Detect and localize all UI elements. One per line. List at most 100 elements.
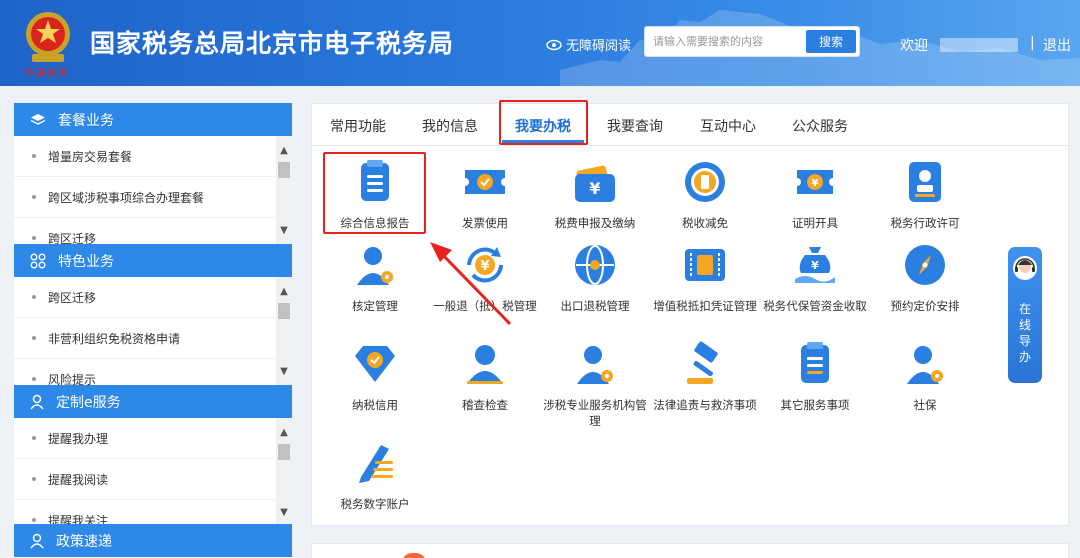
invoice-icon — [465, 170, 505, 194]
compass-icon — [905, 245, 945, 285]
sidebar-item-label: 跨区域涉税事项综合办理套餐 — [48, 190, 205, 205]
sidebar-section-title: 政策速递 — [56, 533, 112, 550]
welcome-text: 欢迎 — [900, 38, 928, 54]
sidebar-item[interactable]: 跨区域涉税事项综合办理套餐 — [14, 177, 276, 218]
tab-interaction-center[interactable]: 互动中心 — [700, 116, 756, 136]
accessibility-reading-link[interactable]: 无障碍阅读 — [546, 35, 631, 54]
sidebar-item[interactable]: 非营利组织免税资格申请 — [14, 318, 276, 359]
chevron-up-icon[interactable]: ▲ — [276, 283, 292, 299]
sidebar-list: 跨区迁移 非营利组织免税资格申请 风险提示 ▲ ▼ — [14, 277, 292, 385]
sidebar-item-label: 增量房交易套餐 — [48, 149, 133, 164]
certificate-icon: ¥ — [797, 170, 833, 194]
guide-char: 导 — [1018, 334, 1031, 348]
service-item-vat-deduction[interactable]: 增值税抵扣凭证管理 — [650, 241, 760, 314]
service-item-label: 纳税信用 — [352, 398, 398, 412]
tax-bureau-emblem-icon — [26, 12, 70, 62]
emblem-motto: 中国税务 — [24, 68, 68, 79]
sidebar-section-header[interactable]: 特色业务 — [14, 244, 292, 277]
service-item-export-refund[interactable]: 出口退税管理 — [540, 241, 650, 314]
search-input[interactable] — [645, 27, 806, 56]
service-item-invoice[interactable]: 发票使用 — [430, 158, 540, 231]
chevron-up-icon[interactable]: ▲ — [276, 424, 292, 440]
service-item-label: 发票使用 — [462, 216, 508, 230]
logout-link[interactable]: 退出 — [1043, 35, 1071, 55]
sidebar-item-label: 风险提示 — [48, 372, 97, 386]
scrollbar-thumb[interactable] — [278, 162, 290, 178]
chevron-down-icon[interactable]: ▼ — [276, 222, 292, 238]
sidebar-item[interactable]: 增量房交易套餐 — [14, 136, 276, 177]
grid-icon — [30, 253, 46, 268]
service-item-tax-relief[interactable]: 税收减免 — [650, 158, 760, 231]
sidebar-item[interactable]: 提醒我阅读 — [14, 459, 276, 500]
sidebar-item-label: 跨区迁移 — [48, 290, 97, 305]
sidebar-item[interactable]: 提醒我关注 — [14, 500, 276, 526]
globe-icon — [575, 245, 615, 285]
diamond-check-icon — [355, 346, 395, 382]
service-item-certificate[interactable]: ¥ 证明开具 — [760, 158, 870, 231]
sidebar-scrollbar[interactable]: ▲ ▼ — [276, 418, 292, 526]
service-item-admin-license[interactable]: 税务行政许可 — [870, 158, 980, 231]
service-item-label: 稽查检查 — [462, 398, 508, 412]
service-item-other-services[interactable]: 其它服务事项 — [760, 340, 870, 413]
chevron-down-icon[interactable]: ▼ — [276, 504, 292, 520]
user-icon — [30, 394, 44, 409]
service-item-social-security[interactable]: 社保 — [870, 340, 980, 413]
service-item-assessment[interactable]: 核定管理 — [320, 241, 430, 314]
search-button[interactable]: 搜索 — [806, 30, 856, 53]
sidebar-item-label: 非营利组织免税资格申请 — [48, 331, 181, 346]
user-icon — [467, 345, 503, 384]
ticket-icon — [685, 249, 725, 281]
service-item-pricing-arrangement[interactable]: 预约定价安排 — [870, 241, 980, 314]
red-arrow-annotation-icon — [430, 242, 512, 326]
service-item-label: 预约定价安排 — [890, 299, 960, 313]
online-guide-button[interactable]: 在 线 导 办 — [1008, 247, 1042, 383]
svg-text:¥: ¥ — [811, 259, 819, 272]
service-item-label: 出口退税管理 — [560, 299, 630, 313]
eye-icon — [546, 39, 562, 50]
sidebar-section-header[interactable]: 套餐业务 — [14, 103, 292, 136]
header-bar: 中国税务 国家税务总局北京市电子税务局 无障碍阅读 搜索 欢迎 | 退出 — [0, 0, 1080, 86]
sidebar-item[interactable]: 提醒我办理 — [14, 418, 276, 459]
service-item-inspection[interactable]: 稽查检查 — [430, 340, 540, 413]
sidebar-scrollbar[interactable]: ▲ ▼ — [276, 277, 292, 385]
sidebar-section-package: 套餐业务 增量房交易套餐 跨区域涉税事项综合办理套餐 跨区迁移 ▲ ▼ — [14, 103, 292, 244]
tab-public-service[interactable]: 公众服务 — [792, 116, 848, 136]
service-item-custody-fund[interactable]: ¥ 税务代保管资金收取 — [760, 241, 870, 314]
sidebar-item[interactable]: 风险提示 — [14, 359, 276, 385]
chevron-up-icon[interactable]: ▲ — [276, 142, 292, 158]
sidebar-section-header[interactable]: 定制e服务 — [14, 385, 292, 418]
service-item-tax-declaration[interactable]: ¥ 税费申报及缴纳 — [540, 158, 650, 231]
sidebar-item-label: 跨区迁移 — [48, 231, 97, 245]
header-separator: | — [1030, 35, 1035, 51]
tab-my-info[interactable]: 我的信息 — [422, 116, 478, 136]
service-item-professional-agency[interactable]: 涉税专业服务机构管理 — [540, 340, 650, 429]
service-item-tax-credit[interactable]: 纳税信用 — [320, 340, 430, 413]
sidebar-section-custom-service: 定制e服务 提醒我办理 提醒我阅读 提醒我关注 ▲ ▼ — [14, 385, 292, 526]
service-item-label: 证明开具 — [792, 216, 838, 230]
tab-query[interactable]: 我要查询 — [607, 116, 663, 136]
service-item-digital-account[interactable]: 税务数字账户 — [320, 439, 430, 512]
scrollbar-thumb[interactable] — [278, 303, 290, 319]
scrollbar-thumb[interactable] — [278, 444, 290, 460]
site-title: 国家税务总局北京市电子税务局 — [90, 29, 455, 58]
coin-icon — [685, 162, 725, 202]
tab-bar: 常用功能 我的信息 我要办税 我要查询 互动中心 公众服务 — [312, 104, 1068, 146]
sidebar-item-label: 提醒我阅读 — [48, 472, 109, 487]
guide-char: 在 — [1018, 302, 1031, 316]
service-item-legal-remedy[interactable]: 法律追责与救济事项 — [650, 340, 760, 413]
money-bag-icon: ¥ — [795, 247, 835, 283]
lower-panel — [311, 543, 1069, 558]
sidebar-section-title: 套餐业务 — [58, 112, 114, 129]
tab-common-functions[interactable]: 常用功能 — [330, 116, 386, 136]
sidebar-section-header[interactable]: 政策速递 — [14, 524, 292, 557]
sidebar-item[interactable]: 跨区迁移 — [14, 277, 276, 318]
chevron-down-icon[interactable]: ▼ — [276, 363, 292, 379]
tab-highlight-box — [499, 100, 588, 145]
sidebar-item[interactable]: 跨区迁移 — [14, 218, 276, 244]
sidebar-list: 增量房交易套餐 跨区域涉税事项综合办理套餐 跨区迁移 ▲ ▼ — [14, 136, 292, 244]
guide-char: 办 — [1018, 350, 1031, 364]
sidebar: 套餐业务 增量房交易套餐 跨区域涉税事项综合办理套餐 跨区迁移 ▲ ▼ 特色业务… — [14, 103, 292, 558]
sidebar-section-title: 特色业务 — [58, 253, 114, 270]
service-item-label: 其它服务事项 — [780, 398, 850, 412]
sidebar-scrollbar[interactable]: ▲ ▼ — [276, 136, 292, 244]
